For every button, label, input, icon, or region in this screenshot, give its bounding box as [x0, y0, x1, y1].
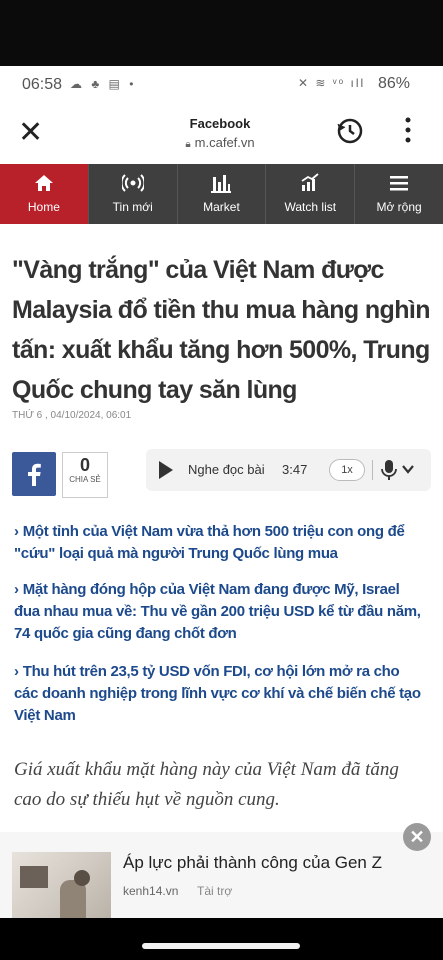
share-count-box: 0 CHIA SẺ [62, 452, 108, 498]
url-text: m.cafef.vn [194, 135, 255, 150]
ad-source: kenh14.vn [123, 884, 179, 898]
ad-sponsored: Tài trợ [197, 884, 233, 898]
share-count: 0 [79, 455, 90, 475]
close-ad-icon[interactable]: ✕ [403, 823, 431, 851]
nav-label-mo-rong: Mở rộng [376, 200, 422, 214]
chevron-right-icon: › [14, 581, 19, 598]
ad-banner[interactable]: Áp lực phải thành công của Gen Z kenh14.… [0, 832, 443, 918]
history-icon[interactable] [335, 116, 365, 146]
related-link-text: Thu hút trên 23,5 tỷ USD vốn FDI, cơ hội… [14, 663, 421, 724]
share-label: CHIA SẺ [69, 475, 101, 484]
watchlist-chart-icon [266, 173, 354, 193]
home-gesture-pill[interactable] [142, 943, 300, 949]
browser-header: ✕ Facebook 🔒︎ m.cafef.vn [0, 102, 443, 164]
broadcast-icon [89, 173, 177, 193]
lock-icon: 🔒︎ [185, 139, 191, 150]
notification-icons: ☁ ♣ ▤ • [70, 77, 137, 91]
play-icon[interactable] [159, 461, 173, 479]
related-link-3[interactable]: › Thu hút trên 23,5 tỷ USD vốn FDI, cơ hộ… [14, 661, 424, 727]
status-time: 06:58 [22, 76, 63, 93]
browser-title: Facebook [189, 116, 251, 131]
main-nav: Home Tin mới Market Watch list Mở rộng [0, 164, 443, 224]
navigation-bar [0, 918, 443, 960]
top-black-border [0, 0, 443, 66]
audio-player: Nghe đọc bài 3:47 1x [146, 449, 431, 491]
phone-screen: 06:58 ☁ ♣ ▤ • ✕ ≋ ᵛᵒ ıll 86% ✕ Facebook … [0, 66, 443, 918]
nav-label-market: Market [203, 200, 240, 214]
facebook-icon [28, 463, 41, 486]
related-link-2[interactable]: › Mặt hàng đóng hộp của Việt Nam đang đượ… [14, 579, 424, 645]
chevron-down-icon[interactable] [401, 462, 415, 476]
browser-url[interactable]: 🔒︎ m.cafef.vn [150, 135, 290, 150]
related-link-text: Một tỉnh của Việt Nam vừa thả hơn 500 tr… [14, 523, 405, 562]
nav-item-tin-moi[interactable]: Tin mới [89, 164, 178, 224]
share-box: 0 CHIA SẺ [12, 452, 108, 498]
nav-item-mo-rong[interactable]: Mở rộng [355, 164, 443, 224]
audio-divider [372, 460, 373, 480]
related-link-1[interactable]: › Một tỉnh của Việt Nam vừa thả hơn 500 t… [14, 521, 424, 565]
facebook-share-button[interactable] [12, 452, 56, 496]
audio-speed-button[interactable]: 1x [329, 459, 365, 481]
ad-image [12, 852, 111, 918]
audio-duration: 3:47 [282, 462, 308, 477]
audio-label: Nghe đọc bài [188, 462, 265, 477]
home-icon [0, 173, 88, 193]
nav-label-watch-list: Watch list [284, 200, 337, 214]
nav-item-home[interactable]: Home [0, 164, 89, 224]
ad-title: Áp lực phải thành công của Gen Z [123, 853, 382, 872]
more-vert-icon[interactable] [402, 115, 414, 145]
nav-label-home: Home [27, 200, 60, 214]
related-link-text: Mặt hàng đóng hộp của Việt Nam đang được… [14, 581, 421, 642]
article-headline: "Vàng trắng" của Việt Nam được Malaysia … [12, 256, 431, 404]
close-icon[interactable]: ✕ [18, 118, 43, 148]
menu-icon [355, 173, 443, 193]
chevron-right-icon: › [14, 523, 19, 540]
article-lead: Giá xuất khẩu mặt hàng này của Việt Nam … [14, 759, 399, 810]
status-bar: 06:58 ☁ ♣ ▤ • ✕ ≋ ᵛᵒ ıll 86% [0, 66, 443, 102]
chevron-right-icon: › [14, 663, 19, 680]
signal-icons: ✕ ≋ ᵛᵒ ıll [298, 76, 366, 90]
market-chart-icon [178, 173, 266, 193]
article-date: THỨ 6 , 04/10/2024, 06:01 [12, 410, 132, 421]
microphone-icon[interactable] [380, 459, 398, 481]
nav-item-market[interactable]: Market [178, 164, 267, 224]
nav-label-tin-moi: Tin mới [112, 200, 153, 214]
battery-level: 86% [378, 75, 411, 92]
nav-item-watch-list[interactable]: Watch list [266, 164, 356, 224]
